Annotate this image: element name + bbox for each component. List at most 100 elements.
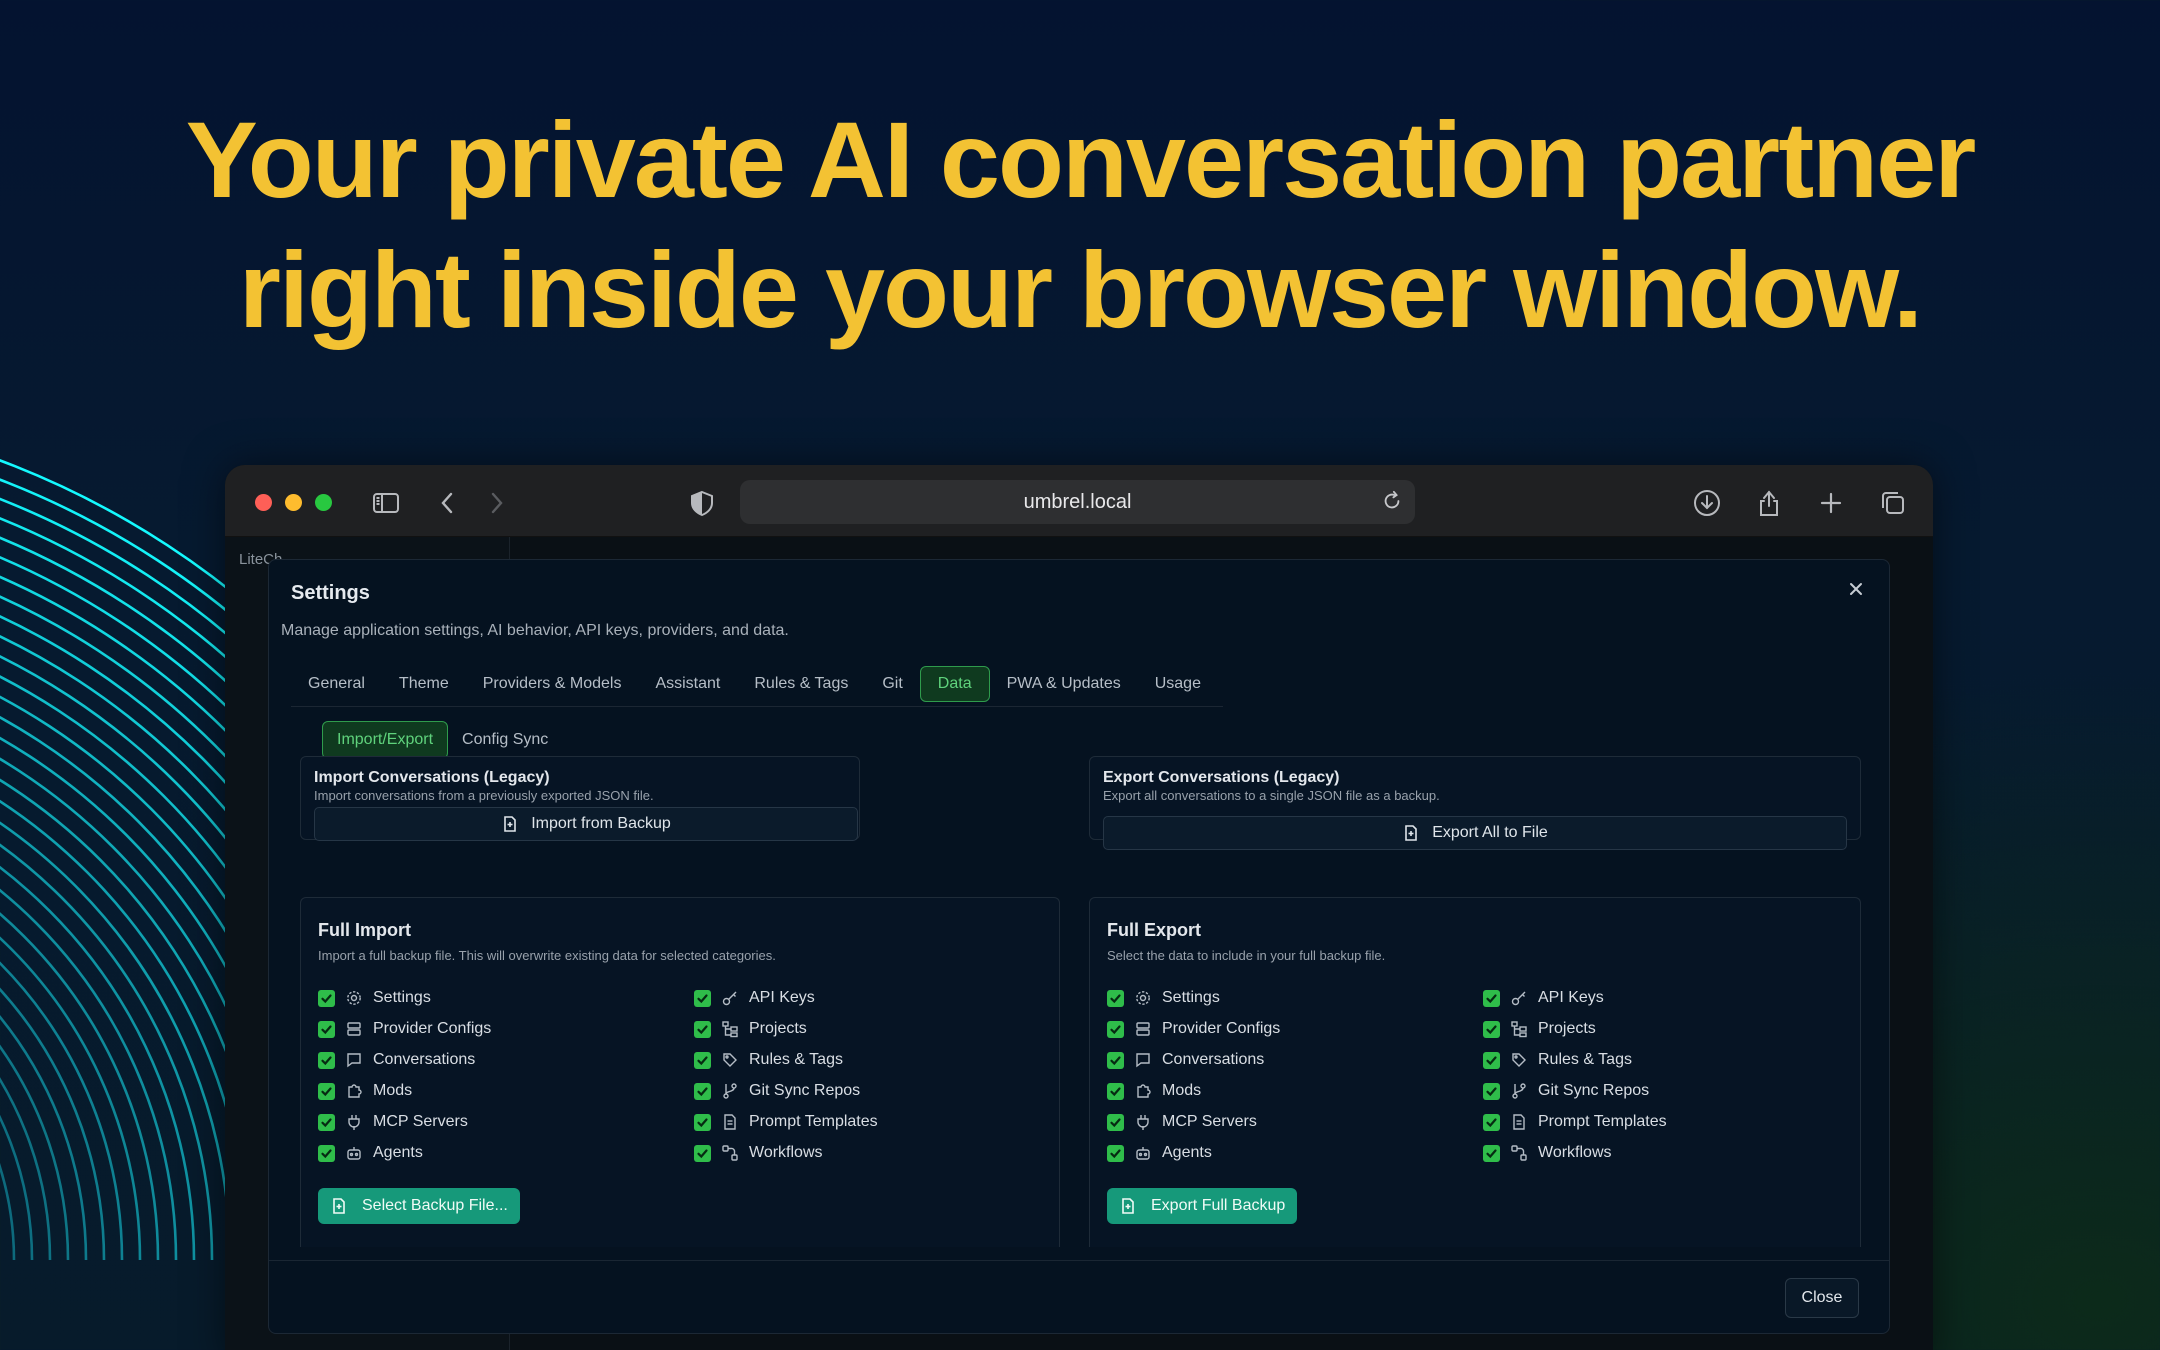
close-button[interactable]: Close [1785, 1278, 1859, 1318]
checkmark-icon[interactable] [1483, 1144, 1500, 1162]
checkmark-icon[interactable] [1483, 1113, 1500, 1131]
bot-icon [1136, 1147, 1150, 1160]
tab-data[interactable]: Data [919, 666, 990, 702]
checkmark-icon[interactable] [694, 1020, 711, 1038]
checkmark-icon[interactable] [694, 1051, 711, 1069]
dialog-subtitle: Manage application settings, AI behavior… [281, 622, 789, 639]
checkmark-icon[interactable] [1483, 1051, 1500, 1069]
file-download-icon [1122, 1198, 1134, 1214]
export-conversations-checkbox[interactable]: Conversations [1107, 1050, 1483, 1070]
subtab-import-export[interactable]: Import/Export [322, 721, 449, 759]
tab-general[interactable]: General [291, 666, 382, 702]
close-icon[interactable] [1845, 578, 1867, 600]
reload-icon[interactable] [1381, 490, 1403, 512]
export-projects-checkbox[interactable]: Projects [1483, 1019, 1783, 1039]
import-mcp-servers-checkbox[interactable]: MCP Servers [318, 1112, 694, 1132]
import-workflows-checkbox[interactable]: Workflows [694, 1143, 994, 1163]
export-workflows-checkbox[interactable]: Workflows [1483, 1143, 1783, 1163]
tab-pwa-updates[interactable]: PWA & Updates [990, 666, 1138, 702]
export-mcp-servers-checkbox[interactable]: MCP Servers [1107, 1112, 1483, 1132]
workflow-icon [722, 1145, 738, 1161]
hero-line-1: Your private AI conversation partner [185, 99, 1976, 220]
settings-tabs: General Theme Providers & Models Assista… [291, 666, 1218, 702]
privacy-shield-icon[interactable] [686, 487, 718, 519]
import-git-sync-repos-checkbox[interactable]: Git Sync Repos [694, 1081, 994, 1101]
checkmark-icon[interactable] [1107, 1144, 1124, 1162]
new-tab-icon[interactable] [1815, 487, 1847, 519]
checkmark-icon[interactable] [694, 1082, 711, 1100]
hero-headline: Your private AI conversation partner rig… [0, 95, 2160, 355]
import-agents-checkbox[interactable]: Agents [318, 1143, 694, 1163]
import-provider-configs-checkbox[interactable]: Provider Configs [318, 1019, 694, 1039]
export-all-to-file-button[interactable]: Export All to File [1103, 816, 1847, 850]
tab-git[interactable]: Git [865, 666, 919, 702]
legacy-export-card: Export Conversations (Legacy) Export all… [1089, 756, 1861, 850]
checkmark-icon[interactable] [1107, 1082, 1124, 1100]
close-window-button[interactable] [255, 494, 272, 511]
back-icon[interactable] [432, 487, 464, 519]
export-provider-configs-checkbox[interactable]: Provider Configs [1107, 1019, 1483, 1039]
export-prompt-templates-checkbox[interactable]: Prompt Templates [1483, 1112, 1783, 1132]
import-projects-checkbox[interactable]: Projects [694, 1019, 994, 1039]
sidebar-toggle-icon[interactable] [370, 487, 402, 519]
export-api-keys-checkbox[interactable]: API Keys [1483, 988, 1783, 1008]
checkbox-label: API Keys [749, 989, 815, 1006]
import-api-keys-checkbox[interactable]: API Keys [694, 988, 994, 1008]
tab-assistant[interactable]: Assistant [638, 666, 737, 702]
checkmark-icon[interactable] [318, 1144, 335, 1162]
checkbox-label: Prompt Templates [749, 1113, 878, 1130]
downloads-icon[interactable] [1691, 487, 1723, 519]
import-from-backup-button[interactable]: Import from Backup [314, 807, 858, 841]
export-mods-checkbox[interactable]: Mods [1107, 1081, 1483, 1101]
checkmark-icon[interactable] [694, 989, 711, 1007]
export-git-sync-repos-checkbox[interactable]: Git Sync Repos [1483, 1081, 1783, 1101]
forward-icon[interactable] [480, 487, 512, 519]
subtab-config-sync[interactable]: Config Sync [448, 721, 562, 759]
checkmark-icon[interactable] [318, 989, 335, 1007]
import-prompt-templates-checkbox[interactable]: Prompt Templates [694, 1112, 994, 1132]
checkmark-icon[interactable] [1107, 989, 1124, 1007]
file-text-icon [1513, 1114, 1525, 1130]
select-backup-file-label: Select Backup File... [362, 1197, 508, 1214]
checkmark-icon[interactable] [1107, 1020, 1124, 1038]
server-icon [347, 1022, 361, 1036]
tab-usage[interactable]: Usage [1138, 666, 1218, 702]
address-bar[interactable]: umbrel.local [740, 480, 1415, 524]
import-conversations-checkbox[interactable]: Conversations [318, 1050, 694, 1070]
checkmark-icon[interactable] [1107, 1051, 1124, 1069]
select-backup-file-button[interactable]: Select Backup File... [318, 1188, 520, 1224]
checkmark-icon[interactable] [318, 1020, 335, 1038]
server-icon [1136, 1022, 1150, 1036]
minimize-window-button[interactable] [285, 494, 302, 511]
checkbox-label: MCP Servers [373, 1113, 468, 1130]
checkmark-icon[interactable] [318, 1051, 335, 1069]
full-export-categories: Settings API Keys Provider Configs Projects… [1107, 988, 1783, 1163]
export-settings-checkbox[interactable]: Settings [1107, 988, 1483, 1008]
export-full-backup-label: Export Full Backup [1151, 1197, 1286, 1214]
checkbox-label: Agents [1162, 1144, 1212, 1161]
import-mods-checkbox[interactable]: Mods [318, 1081, 694, 1101]
export-agents-checkbox[interactable]: Agents [1107, 1143, 1483, 1163]
checkmark-icon[interactable] [1483, 1082, 1500, 1100]
checkbox-label: Mods [1162, 1082, 1202, 1099]
file-upload-icon [333, 1198, 345, 1214]
import-rules-tags-checkbox[interactable]: Rules & Tags [694, 1050, 994, 1070]
share-icon[interactable] [1753, 487, 1785, 519]
tab-rules-tags[interactable]: Rules & Tags [737, 666, 865, 702]
export-full-backup-button[interactable]: Export Full Backup [1107, 1188, 1298, 1224]
checkmark-icon[interactable] [1483, 1020, 1500, 1038]
checkmark-icon[interactable] [318, 1082, 335, 1100]
export-rules-tags-checkbox[interactable]: Rules & Tags [1483, 1050, 1783, 1070]
checkbox-label: Rules & Tags [1538, 1051, 1632, 1068]
import-settings-checkbox[interactable]: Settings [318, 988, 694, 1008]
checkmark-icon[interactable] [694, 1144, 711, 1162]
checkmark-icon[interactable] [1483, 989, 1500, 1007]
maximize-window-button[interactable] [315, 494, 332, 511]
tab-theme[interactable]: Theme [382, 666, 466, 702]
tab-providers-models[interactable]: Providers & Models [466, 666, 639, 702]
checkmark-icon[interactable] [1107, 1113, 1124, 1131]
checkmark-icon[interactable] [694, 1113, 711, 1131]
tab-overview-icon[interactable] [1877, 487, 1909, 519]
checkmark-icon[interactable] [318, 1113, 335, 1131]
export-all-to-file-label: Export All to File [1432, 824, 1548, 841]
